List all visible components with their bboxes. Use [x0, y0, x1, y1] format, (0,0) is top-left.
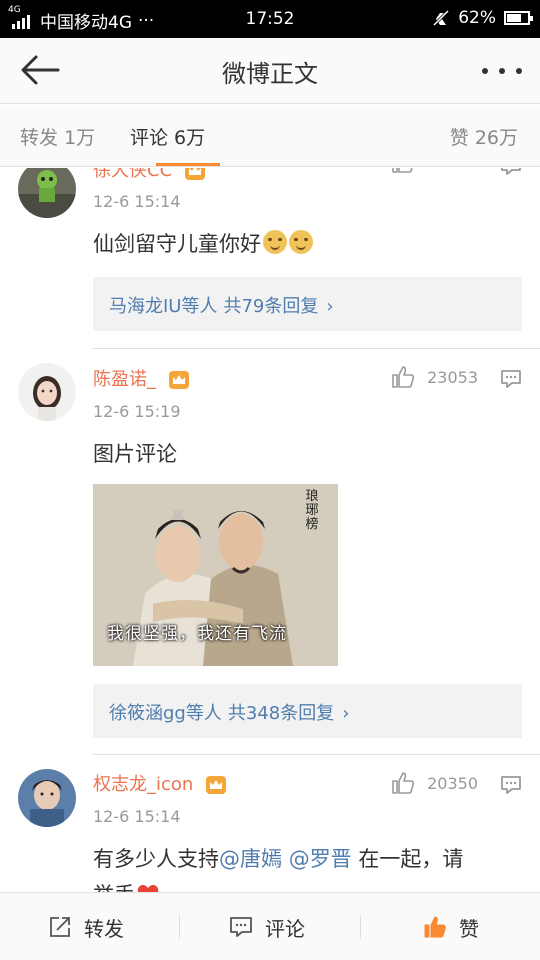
tab-comment[interactable]: 评论 6万 — [130, 123, 205, 150]
like-count: 20350 — [427, 773, 478, 793]
reply-icon[interactable] — [500, 775, 522, 795]
image-caption: 我很坚强，我还有飞流 — [107, 624, 287, 644]
mention-link[interactable]: @罗晋 — [289, 847, 352, 871]
bar-separator — [360, 915, 361, 939]
like-count: 23464 — [427, 168, 478, 172]
detail-tabs: 转发 1万 评论 6万 赞 26万 — [0, 105, 540, 167]
like-bottom-button[interactable]: 赞 — [423, 893, 479, 960]
comment-button[interactable]: 评论 — [229, 893, 305, 960]
comment-username[interactable]: 徐大侠CC — [93, 168, 206, 182]
comment-icon — [230, 917, 252, 937]
nav-bar: 微博正文 — [0, 38, 540, 104]
reply-summary[interactable]: 徐筱涵gg等人 共348条回复 › — [93, 684, 522, 738]
bottom-action-bar: 转发 评论 赞 — [0, 892, 540, 960]
thumb-up-icon — [392, 366, 415, 388]
tab-repost[interactable]: 转发 1万 — [20, 123, 95, 150]
emoji-icon — [263, 230, 287, 254]
avatar[interactable] — [18, 363, 76, 421]
comment-text: 图片评论 — [93, 442, 177, 466]
repost-button[interactable]: 转发 — [48, 893, 124, 960]
comment-text: 仙剑留守儿童你好 — [93, 228, 313, 258]
like-button[interactable]: 23464 — [391, 168, 478, 174]
comment-item: 权志龙_icon 12-6 15:14 20350 有多少人支持@唐嫣 @罗晋 … — [0, 755, 540, 892]
tab-repost-count: 1万 — [64, 127, 96, 149]
thumb-up-icon — [392, 772, 415, 794]
reply-count[interactable]: 共79条回复 — [223, 296, 318, 317]
thumb-up-filled-icon — [424, 916, 446, 938]
bar-separator — [179, 915, 180, 939]
reply-authors[interactable]: 马海龙IU等人 — [109, 296, 217, 317]
crown-icon — [206, 776, 227, 794]
like-label: 赞 — [459, 916, 479, 941]
page-title: 微博正文 — [222, 60, 318, 88]
like-button[interactable]: 23053 — [391, 365, 478, 389]
reply-icon[interactable] — [500, 369, 522, 389]
reply-icon[interactable] — [500, 168, 522, 176]
comment-time: 12-6 15:14 — [93, 807, 181, 826]
heart-icon — [137, 884, 159, 892]
image-seal-text: 琅琊榜 — [305, 489, 319, 532]
reply-summary[interactable]: 马海龙IU等人 共79条回复 › — [93, 277, 522, 331]
tab-like-label: 赞 — [449, 127, 469, 149]
repost-icon — [50, 917, 70, 937]
tab-indicator — [156, 163, 220, 166]
comment-username[interactable]: 权志龙_icon — [93, 770, 227, 796]
comment-item: 徐大侠CC 12-6 15:14 23464 仙剑留守儿童你好 马海龙IU等人共… — [0, 168, 540, 352]
comment-item: 陈盈诺_ 12-6 15:19 23053 图片评论 琅琊榜 我很坚强，我还有飞… — [0, 349, 540, 745]
tab-like-count: 26万 — [474, 127, 518, 149]
chevron-right-icon: › — [326, 296, 334, 317]
comment-username[interactable]: 陈盈诺_ — [93, 365, 190, 391]
emoji-icon — [289, 230, 313, 254]
tab-comment-count: 6万 — [174, 127, 206, 149]
like-button[interactable]: 20350 — [391, 771, 478, 795]
more-dots-icon[interactable] — [482, 56, 522, 86]
like-count: 23053 — [427, 367, 478, 387]
comment-text-line2: 举手 — [93, 879, 159, 892]
battery-icon — [504, 11, 533, 25]
comment-time: 12-6 15:19 — [93, 402, 181, 421]
crown-icon — [184, 168, 205, 180]
reply-authors[interactable]: 徐筱涵gg等人 — [109, 703, 222, 724]
crown-icon — [168, 371, 189, 389]
chevron-right-icon: › — [342, 703, 350, 724]
status-bar: 4G 中国移动4G ··· 17:52 62% — [0, 0, 540, 38]
reply-count[interactable]: 共348条回复 — [228, 703, 334, 724]
tab-repost-label: 转发 — [20, 127, 59, 149]
comment-image[interactable]: 琅琊榜 我很坚强，我还有飞流 — [93, 484, 338, 666]
tab-comment-label: 评论 — [130, 127, 169, 149]
comment-time: 12-6 15:14 — [93, 192, 181, 211]
thumb-up-icon — [392, 168, 413, 173]
mute-icon — [433, 9, 450, 27]
avatar[interactable] — [18, 168, 76, 218]
comment-list[interactable]: 徐大侠CC 12-6 15:14 23464 仙剑留守儿童你好 马海龙IU等人共… — [0, 168, 540, 892]
avatar[interactable] — [18, 769, 76, 827]
battery-percent: 62% — [458, 8, 496, 28]
comment-text: 有多少人支持@唐嫣 @罗晋 在一起，请 — [93, 847, 464, 871]
repost-label: 转发 — [84, 916, 124, 941]
comment-label: 评论 — [265, 916, 305, 941]
mention-link[interactable]: @唐嫣 — [219, 847, 282, 871]
tab-like[interactable]: 赞 26万 — [450, 123, 518, 150]
